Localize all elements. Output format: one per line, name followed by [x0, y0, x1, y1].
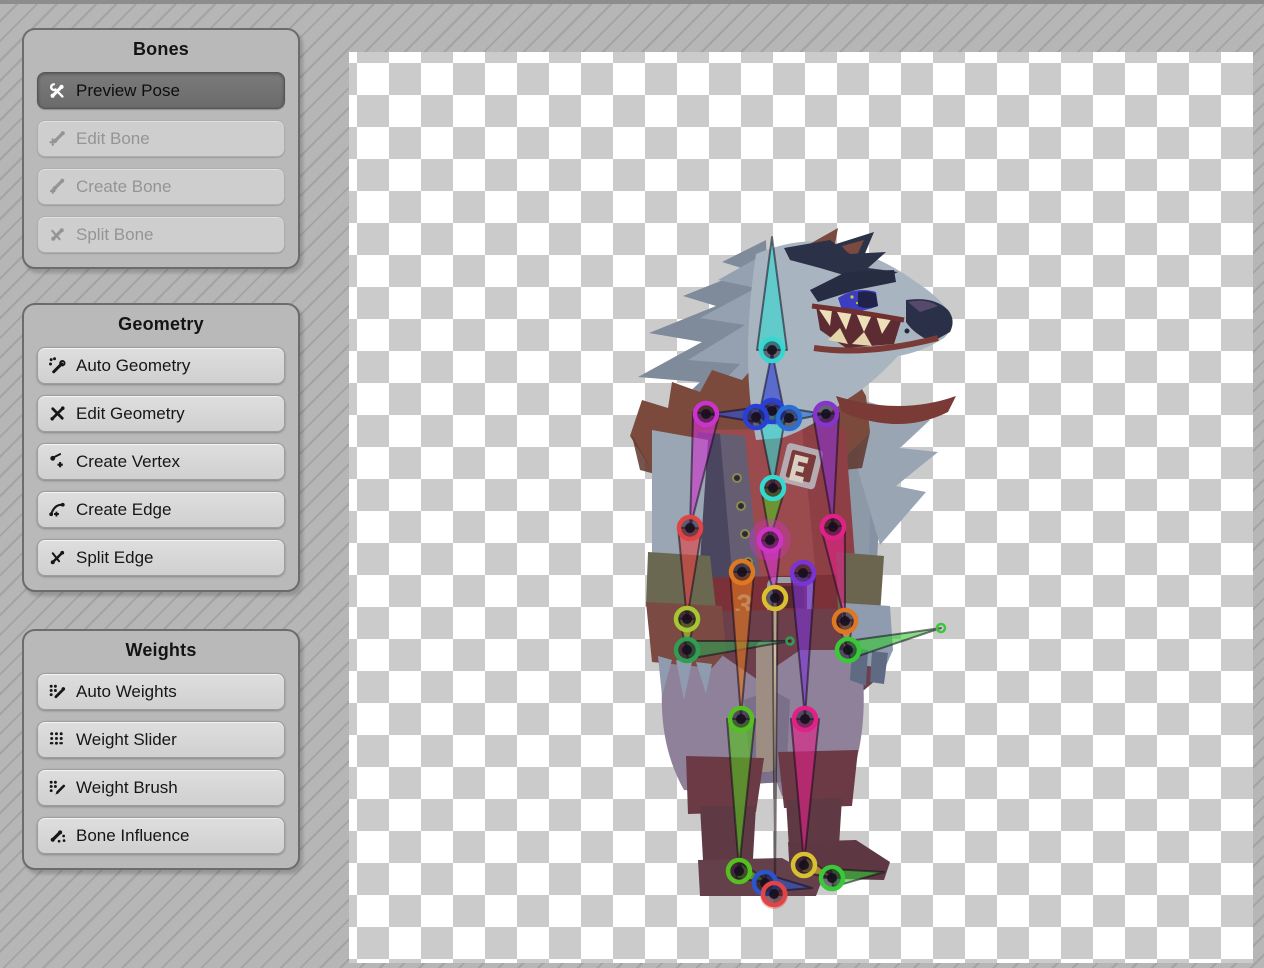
edit-geometry-button[interactable]: Edit Geometry — [37, 395, 285, 432]
joint-center-pelvis-r — [798, 568, 808, 578]
sprite-canvas[interactable]: 3 — [349, 52, 1253, 963]
edit-geometry-label: Edit Geometry — [76, 404, 185, 424]
panel-weights-title: Weights — [24, 631, 298, 664]
bone-influence-button[interactable]: Bone Influence — [37, 817, 285, 854]
split-bone-label: Split Bone — [76, 225, 154, 245]
create-bone-label: Create Bone — [76, 177, 171, 197]
joint-center-chest-r — [784, 413, 794, 423]
split-bone-icon — [48, 225, 67, 244]
split-edge-button[interactable]: Split Edge — [37, 539, 285, 576]
bone-influence-icon — [48, 826, 67, 845]
weight-slider-label: Weight Slider — [76, 730, 177, 750]
weight-slider-icon — [48, 730, 67, 749]
joint-center-toe-l — [769, 889, 779, 899]
joint-center-wrist-l — [682, 614, 692, 624]
edit-bone-label: Edit Bone — [76, 129, 150, 149]
panel-weights: Weights Auto Weights Weight Slider — [22, 629, 300, 870]
create-bone-icon — [48, 177, 67, 196]
panel-geometry: Geometry Auto Geometry Edit Geometry Cre — [22, 303, 300, 592]
joint-center-ankle-r — [799, 860, 809, 870]
auto-geometry-label: Auto Geometry — [76, 356, 190, 376]
panel-geometry-title: Geometry — [24, 305, 298, 338]
sprite-view: 3 — [349, 52, 1253, 963]
auto-weights-button[interactable]: Auto Weights — [37, 673, 285, 710]
window-top-edge — [0, 0, 1264, 4]
create-edge-icon — [48, 500, 67, 519]
joint-center-hand-r — [843, 645, 853, 655]
split-bone-button[interactable]: Split Bone — [37, 216, 285, 253]
joint-center-chest-l — [751, 412, 761, 422]
joint-center-ankle-l — [734, 866, 744, 876]
create-vertex-label: Create Vertex — [76, 452, 180, 472]
weight-brush-label: Weight Brush — [76, 778, 178, 798]
auto-geometry-icon — [48, 356, 67, 375]
weight-brush-icon — [48, 778, 67, 797]
joint-center-mid-spine — [765, 535, 775, 545]
preview-pose-button[interactable]: Preview Pose — [37, 72, 285, 109]
skinning-editor-window: { "window": { "workspace_background": "#… — [0, 0, 1264, 968]
joint-center-hand-l — [682, 645, 692, 655]
joint-center-elbow-l — [685, 523, 695, 533]
character-sprite: 3 — [630, 228, 956, 896]
edit-geometry-icon — [48, 404, 67, 423]
edit-bone-button[interactable]: Edit Bone — [37, 120, 285, 157]
joint-center-neck — [767, 345, 777, 355]
joint-center-pelvis-l — [737, 567, 747, 577]
create-edge-button[interactable]: Create Edge — [37, 491, 285, 528]
joint-center-wrist-r — [840, 616, 850, 626]
preview-pose-label: Preview Pose — [76, 81, 180, 101]
joint-center-hip-l — [736, 714, 746, 724]
joint-center-waist — [770, 593, 780, 603]
create-vertex-icon — [48, 452, 67, 471]
weight-slider-button[interactable]: Weight Slider — [37, 721, 285, 758]
create-edge-label: Create Edge — [76, 500, 171, 520]
split-edge-label: Split Edge — [76, 548, 154, 568]
panel-bones: Bones Preview Pose Edit Bone — [22, 28, 300, 269]
joint-center-shoulder-l — [701, 409, 711, 419]
preview-pose-icon — [48, 81, 67, 100]
joint-center-elbow-r — [828, 522, 838, 532]
joint-center-shoulder-r — [821, 409, 831, 419]
create-bone-button[interactable]: Create Bone — [37, 168, 285, 205]
create-vertex-button[interactable]: Create Vertex — [37, 443, 285, 480]
split-edge-icon — [48, 548, 67, 567]
auto-geometry-button[interactable]: Auto Geometry — [37, 347, 285, 384]
joint-center-belly — [768, 483, 778, 493]
edit-bone-icon — [48, 129, 67, 148]
auto-weights-label: Auto Weights — [76, 682, 177, 702]
joint-center-hip-r — [800, 714, 810, 724]
auto-weights-icon — [48, 682, 67, 701]
bone-influence-label: Bone Influence — [76, 826, 189, 846]
joint-center-foot-r — [827, 873, 837, 883]
panel-bones-title: Bones — [24, 30, 298, 63]
weight-brush-button[interactable]: Weight Brush — [37, 769, 285, 806]
